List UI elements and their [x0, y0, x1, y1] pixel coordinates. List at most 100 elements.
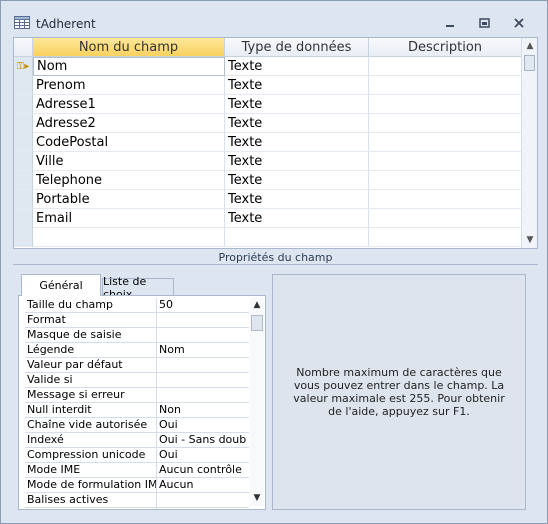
field-name-cell[interactable]: Email: [33, 209, 225, 228]
field-name-cell[interactable]: Nom: [33, 57, 225, 76]
property-row[interactable]: Format: [25, 313, 249, 328]
scroll-thumb[interactable]: [251, 315, 263, 331]
property-value[interactable]: [157, 313, 249, 327]
description-cell[interactable]: [369, 95, 522, 114]
property-row[interactable]: Masque de saisie: [25, 328, 249, 343]
row-selector[interactable]: [14, 152, 33, 171]
property-row[interactable]: Mode de formulation IME Aucun: [25, 478, 249, 493]
property-row[interactable]: Balises actives: [25, 493, 249, 508]
table-row[interactable]: Adresse2 Texte: [14, 114, 522, 133]
description-cell[interactable]: [369, 152, 522, 171]
property-value[interactable]: Aucun: [157, 478, 249, 492]
row-selector[interactable]: [14, 95, 33, 114]
description-cell[interactable]: [369, 228, 522, 247]
property-name: Valeur par défaut: [25, 358, 157, 372]
row-selector[interactable]: [14, 76, 33, 95]
window-title: tAdherent: [36, 17, 96, 31]
table-row[interactable]: Ville Texte: [14, 152, 522, 171]
data-type-cell[interactable]: Texte: [225, 152, 369, 171]
minimize-button[interactable]: [438, 14, 462, 32]
property-row[interactable]: Message si erreur: [25, 388, 249, 403]
data-type-cell[interactable]: [225, 228, 369, 247]
title-bar[interactable]: tAdherent: [1, 1, 547, 31]
scroll-down-icon[interactable]: ▼: [250, 491, 264, 505]
field-name-cell[interactable]: Portable: [33, 190, 225, 209]
table-row[interactable]: Adresse1 Texte: [14, 95, 522, 114]
property-value[interactable]: Aucun contrôle: [157, 463, 249, 477]
row-selector-header[interactable]: [14, 38, 33, 57]
table-row[interactable]: CodePostal Texte: [14, 133, 522, 152]
tab-general[interactable]: Général: [21, 274, 101, 296]
scroll-up-icon[interactable]: ▲: [522, 38, 537, 54]
property-value[interactable]: Nom: [157, 343, 249, 357]
row-selector[interactable]: [14, 190, 33, 209]
table-row[interactable]: Telephone Texte: [14, 171, 522, 190]
description-cell[interactable]: [369, 114, 522, 133]
property-row[interactable]: Mode IME Aucun contrôle: [25, 463, 249, 478]
data-type-cell[interactable]: Texte: [225, 209, 369, 228]
row-selector[interactable]: [14, 171, 33, 190]
column-header-field-name[interactable]: Nom du champ: [33, 38, 225, 57]
row-selector[interactable]: [14, 209, 33, 228]
column-header-description[interactable]: Description: [369, 38, 522, 57]
data-type-cell[interactable]: Texte: [225, 190, 369, 209]
properties-panel: Taille du champ 50 Format Masque de saisie L…: [18, 295, 266, 510]
field-name-cell[interactable]: Ville: [33, 152, 225, 171]
table-row[interactable]: Email Texte: [14, 209, 522, 228]
property-value[interactable]: [157, 328, 249, 342]
field-name-cell[interactable]: [33, 228, 225, 247]
description-cell[interactable]: [369, 76, 522, 95]
description-cell[interactable]: [369, 57, 522, 76]
property-value[interactable]: [157, 493, 249, 507]
field-name-cell[interactable]: CodePostal: [33, 133, 225, 152]
description-cell[interactable]: [369, 171, 522, 190]
property-value[interactable]: Oui: [157, 448, 249, 462]
data-type-cell[interactable]: Texte: [225, 95, 369, 114]
data-type-cell[interactable]: Texte: [225, 114, 369, 133]
scroll-down-icon[interactable]: ▼: [522, 232, 537, 248]
row-selector[interactable]: [14, 228, 33, 247]
row-selector[interactable]: ⚿▸: [14, 57, 33, 76]
property-row[interactable]: Légende Nom: [25, 343, 249, 358]
restore-button[interactable]: [472, 14, 496, 32]
field-name-cell[interactable]: Telephone: [33, 171, 225, 190]
data-type-cell[interactable]: Texte: [225, 171, 369, 190]
field-name-cell[interactable]: Adresse2: [33, 114, 225, 133]
property-value[interactable]: Oui: [157, 418, 249, 432]
property-row[interactable]: Valide si: [25, 373, 249, 388]
close-button[interactable]: [507, 14, 531, 32]
property-value[interactable]: [157, 373, 249, 387]
scroll-thumb[interactable]: [524, 55, 535, 71]
property-row[interactable]: Indexé Oui - Sans doub: [25, 433, 249, 448]
property-value[interactable]: [157, 388, 249, 402]
row-selector[interactable]: [14, 114, 33, 133]
property-row[interactable]: Taille du champ 50: [25, 298, 249, 313]
data-type-cell[interactable]: Texte: [225, 76, 369, 95]
property-row[interactable]: Compression unicode Oui: [25, 448, 249, 463]
table-row[interactable]: ⚿▸ Nom Texte: [14, 57, 522, 76]
scroll-up-icon[interactable]: ▲: [250, 298, 264, 312]
tab-lookup[interactable]: Liste de choix: [102, 275, 174, 301]
description-cell[interactable]: [369, 133, 522, 152]
table-row[interactable]: Prenom Texte: [14, 76, 522, 95]
field-name-cell[interactable]: Adresse1: [33, 95, 225, 114]
column-header-data-type[interactable]: Type de données: [225, 38, 369, 57]
property-value[interactable]: [157, 358, 249, 372]
field-properties-section: Général Liste de choix Taille du champ 50…: [13, 264, 538, 514]
description-cell[interactable]: [369, 209, 522, 228]
properties-vertical-scrollbar[interactable]: ▲ ▼: [250, 298, 264, 506]
description-cell[interactable]: [369, 190, 522, 209]
row-selector[interactable]: [14, 133, 33, 152]
property-value[interactable]: Non: [157, 403, 249, 417]
table-row[interactable]: [14, 228, 522, 247]
property-row[interactable]: Chaîne vide autorisée Oui: [25, 418, 249, 433]
property-value[interactable]: Oui - Sans doub: [157, 433, 249, 447]
property-row[interactable]: Null interdit Non: [25, 403, 249, 418]
field-name-cell[interactable]: Prenom: [33, 76, 225, 95]
property-row[interactable]: Valeur par défaut: [25, 358, 249, 373]
data-type-cell[interactable]: Texte: [225, 133, 369, 152]
grid-vertical-scrollbar[interactable]: ▲ ▼: [521, 38, 537, 248]
property-value[interactable]: 50: [157, 298, 249, 312]
data-type-cell[interactable]: Texte: [225, 57, 369, 76]
table-row[interactable]: Portable Texte: [14, 190, 522, 209]
